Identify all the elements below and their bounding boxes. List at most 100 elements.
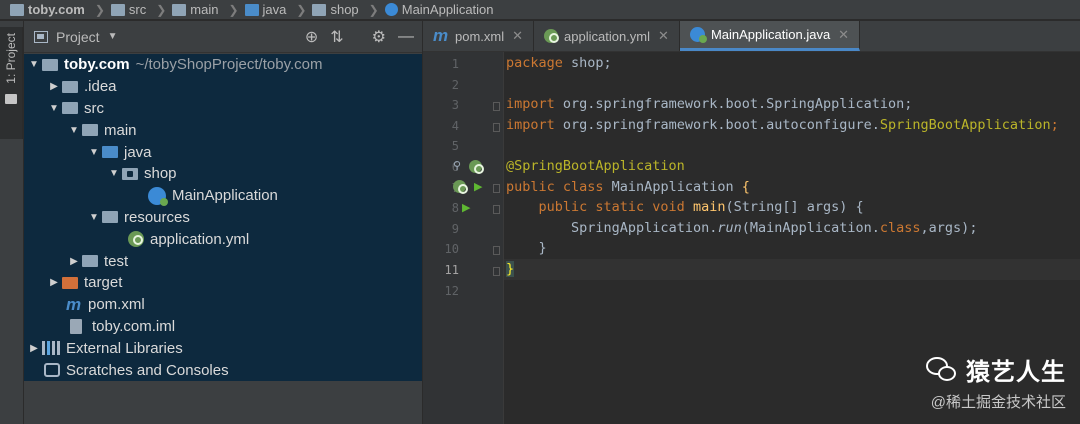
tree-item-toby-com[interactable]: ▼ toby.com ~/tobyShopProject/toby.com [26,54,322,76]
folder-icon [110,3,125,16]
project-tree: ▼ toby.com ~/tobyShopProject/toby.com ▶ … [24,54,422,381]
spring-bean-icon[interactable]: ⚲ [453,159,461,172]
expanded-arrow-icon[interactable]: ▼ [66,125,82,136]
collapse-all-icon[interactable]: ⇅ [330,27,343,47]
tree-item-shop[interactable]: ▼ shop [106,163,176,185]
breadcrumb-item-main[interactable]: main [172,2,218,17]
watermark: 猿艺人生 @稀土掘金技术社区 [926,352,1066,412]
folder-icon [82,124,98,137]
gear-icon[interactable]: ⚙ [372,27,386,47]
line-number: 4 [451,118,459,133]
line-number: 2 [451,77,459,92]
expanded-arrow-icon[interactable]: ▼ [86,212,102,223]
run-icon[interactable]: ▶ [462,201,470,214]
folder-icon [5,93,17,104]
code-line-3: import org.springframework.boot.SpringAp… [506,96,913,113]
project-panel: Project ▼ ⊕ ⇅ ⚙ — ▼ toby.com ~/tobyShopP… [24,21,422,424]
run-icon[interactable]: ▶ [474,180,482,193]
expanded-arrow-icon[interactable]: ▼ [86,147,102,158]
folder-icon [82,255,98,268]
folder-icon [62,102,78,115]
tree-item-resources[interactable]: ▼ resources [86,207,190,229]
project-tool-tab[interactable]: 1: Project [0,27,23,139]
hide-panel-icon[interactable]: — [398,28,414,46]
line-number: 10 [444,242,459,257]
expanded-arrow-icon[interactable]: ▼ [106,168,122,179]
folder-icon [62,80,78,93]
code-editor[interactable]: package shop; import org.springframework… [503,52,1080,424]
project-panel-header: Project ▼ ⊕ ⇅ ⚙ — [24,21,422,53]
tree-item-main[interactable]: ▼ main [66,119,136,141]
breadcrumb-item-toby-com[interactable]: toby.com [10,2,85,17]
code-line-4: import org.springframework.boot.autoconf… [506,116,1059,133]
excluded-folder-icon [62,276,78,289]
spring-config-icon [128,231,144,248]
close-icon[interactable]: ✕ [512,28,523,44]
expanded-arrow-icon[interactable]: ▼ [46,103,62,114]
code-line-7: public class MainApplication { [506,178,750,195]
tree-item-external-libraries[interactable]: ▶ External Libraries [26,337,183,359]
code-line-9: SpringApplication.run(MainApplication.cl… [571,219,978,236]
code-line-11: } [506,261,515,277]
breadcrumb-item-mainapplication[interactable]: MainApplication [384,2,494,17]
tree-item-scratches[interactable]: Scratches and Consoles [44,359,229,381]
fold-icon[interactable] [493,267,500,276]
line-number: 8 [451,201,459,216]
breadcrumb: toby.com ❯ src ❯ main ❯ java ❯ shop ❯ MainApp… [0,0,1080,20]
breadcrumb-item-java[interactable]: java [244,2,286,17]
tree-item-src[interactable]: ▼ src [46,98,104,120]
spring-boot-icon[interactable] [469,160,484,174]
dropdown-icon[interactable]: ▼ [108,31,118,42]
project-view-icon [34,30,48,43]
locate-file-icon[interactable]: ⊕ [305,27,318,47]
tree-item-toby-com-iml[interactable]: toby.com.iml [70,316,175,338]
module-folder-icon [42,58,58,71]
module-folder-icon [10,3,24,16]
collapsed-arrow-icon[interactable]: ▶ [46,81,62,92]
tree-item-java[interactable]: ▼ java [86,141,151,163]
tree-item-target[interactable]: ▶ target [46,272,122,294]
expanded-arrow-icon[interactable]: ▼ [26,59,42,70]
scratches-icon [44,363,60,378]
tree-item-pom-xml[interactable]: m pom.xml [66,294,145,316]
spring-config-icon [544,29,560,43]
tab-mainapplication-java[interactable]: MainApplication.java ✕ [679,21,861,51]
tab-application-yml[interactable]: application.yml ✕ [534,21,680,51]
collapsed-arrow-icon[interactable]: ▶ [26,343,42,354]
chevron-right-icon: ❯ [296,2,307,17]
tree-item-mainapplication[interactable]: MainApplication [148,185,278,207]
folder-icon [172,3,187,16]
tree-item-idea[interactable]: ▶ .idea [46,76,116,98]
spring-boot-icon[interactable] [453,180,468,194]
chevron-right-icon: ❯ [228,2,239,17]
spring-class-icon [384,3,398,16]
line-number: 12 [444,283,459,298]
line-number: 9 [451,221,459,236]
fold-icon[interactable] [493,246,500,255]
libraries-icon [42,341,60,356]
line-number: 5 [451,139,459,154]
fold-icon[interactable] [493,102,500,111]
collapsed-arrow-icon[interactable]: ▶ [46,277,62,288]
collapsed-arrow-icon[interactable]: ▶ [66,256,82,267]
fold-icon[interactable] [493,123,500,132]
close-icon[interactable]: ✕ [658,28,669,44]
line-number: 1 [451,57,459,71]
maven-icon: m [66,294,82,314]
editor-tab-bar: m pom.xml ✕ application.yml ✕ MainApplic… [423,21,1080,52]
tree-item-application-yml[interactable]: application.yml [128,228,249,250]
close-icon[interactable]: ✕ [838,27,849,43]
tree-item-test[interactable]: ▶ test [66,250,128,272]
resources-folder-icon [102,211,118,224]
chevron-right-icon: ❯ [368,2,379,17]
fold-icon[interactable] [493,205,500,214]
source-folder-icon [244,3,259,16]
line-number: 3 [451,98,459,113]
project-view-selector[interactable]: Project [56,29,100,45]
tab-pom-xml[interactable]: m pom.xml ✕ [423,21,535,51]
breadcrumb-item-shop[interactable]: shop [312,2,359,17]
source-folder-icon [102,146,118,159]
breadcrumb-item-src[interactable]: src [110,2,146,17]
module-file-icon [70,318,82,334]
fold-icon[interactable] [493,184,500,193]
